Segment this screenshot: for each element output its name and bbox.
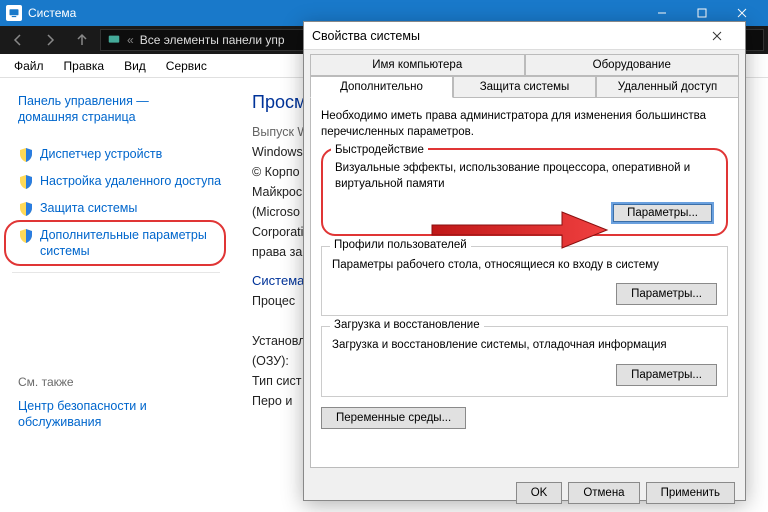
menu-service[interactable]: Сервис (156, 59, 217, 73)
breadcrumb-text: Все элементы панели упр (140, 33, 285, 47)
sidebar-system-protection[interactable]: Защита системы (0, 195, 232, 222)
back-button[interactable] (4, 28, 32, 52)
recovery-group: Загрузка и восстановление Загрузка и вос… (321, 326, 728, 396)
sidebar-advanced-system-settings[interactable]: Дополнительные параметры системы (0, 222, 232, 265)
system-icon (6, 5, 22, 21)
dialog-titlebar: Свойства системы (304, 22, 745, 50)
recovery-title: Загрузка и восстановление (330, 319, 484, 331)
control-panel-icon (107, 33, 121, 47)
shield-icon (18, 147, 34, 163)
sidebar-security-center[interactable]: Центр безопасности и обслуживания (0, 393, 232, 436)
up-button[interactable] (68, 28, 96, 52)
env-vars-button[interactable]: Переменные среды... (321, 407, 466, 429)
system-properties-dialog: Свойства системы Имя компьютера Оборудов… (303, 21, 746, 501)
tab-computer-name[interactable]: Имя компьютера (310, 54, 525, 76)
menu-edit[interactable]: Правка (54, 59, 115, 73)
menu-file[interactable]: Файл (4, 59, 54, 73)
tab-remote[interactable]: Удаленный доступ (596, 76, 739, 98)
tab-panel-advanced: Необходимо иметь права администратора дл… (310, 98, 739, 468)
recovery-desc: Загрузка и восстановление системы, отлад… (332, 337, 717, 353)
profiles-title: Профили пользователей (330, 239, 471, 251)
shield-icon (18, 228, 34, 244)
performance-desc: Визуальные эффекты, использование процес… (335, 160, 714, 192)
tab-row-2: Дополнительно Защита системы Удаленный д… (304, 76, 745, 98)
forward-button[interactable] (36, 28, 64, 52)
dialog-close-button[interactable] (697, 22, 737, 50)
menu-view[interactable]: Вид (114, 59, 156, 73)
sidebar-home[interactable]: Панель управления — домашняя страница (0, 88, 232, 131)
shield-icon (18, 174, 34, 190)
tab-hardware[interactable]: Оборудование (525, 54, 740, 76)
recovery-settings-button[interactable]: Параметры... (616, 364, 717, 386)
see-also-label: См. также (0, 371, 232, 393)
tab-system-protection[interactable]: Защита системы (453, 76, 596, 98)
window-title: Система (28, 6, 76, 20)
dialog-button-bar: OK Отмена Применить (304, 474, 745, 512)
tab-advanced[interactable]: Дополнительно (310, 76, 453, 98)
profiles-desc: Параметры рабочего стола, относящиеся ко… (332, 257, 717, 273)
performance-title: Быстродействие (331, 144, 428, 156)
performance-settings-button[interactable]: Параметры... (611, 202, 714, 224)
performance-group: Быстродействие Визуальные эффекты, испол… (321, 148, 728, 236)
sidebar-device-manager[interactable]: Диспетчер устройств (0, 141, 232, 168)
intro-text: Необходимо иметь права администратора дл… (321, 108, 728, 140)
dialog-title: Свойства системы (312, 29, 420, 43)
sidebar-remote-settings[interactable]: Настройка удаленного доступа (0, 168, 232, 195)
sidebar: Панель управления — домашняя страница Ди… (0, 78, 232, 501)
shield-icon (18, 201, 34, 217)
profiles-group: Профили пользователей Параметры рабочего… (321, 246, 728, 316)
profiles-settings-button[interactable]: Параметры... (616, 283, 717, 305)
tab-row-1: Имя компьютера Оборудование (304, 50, 745, 76)
